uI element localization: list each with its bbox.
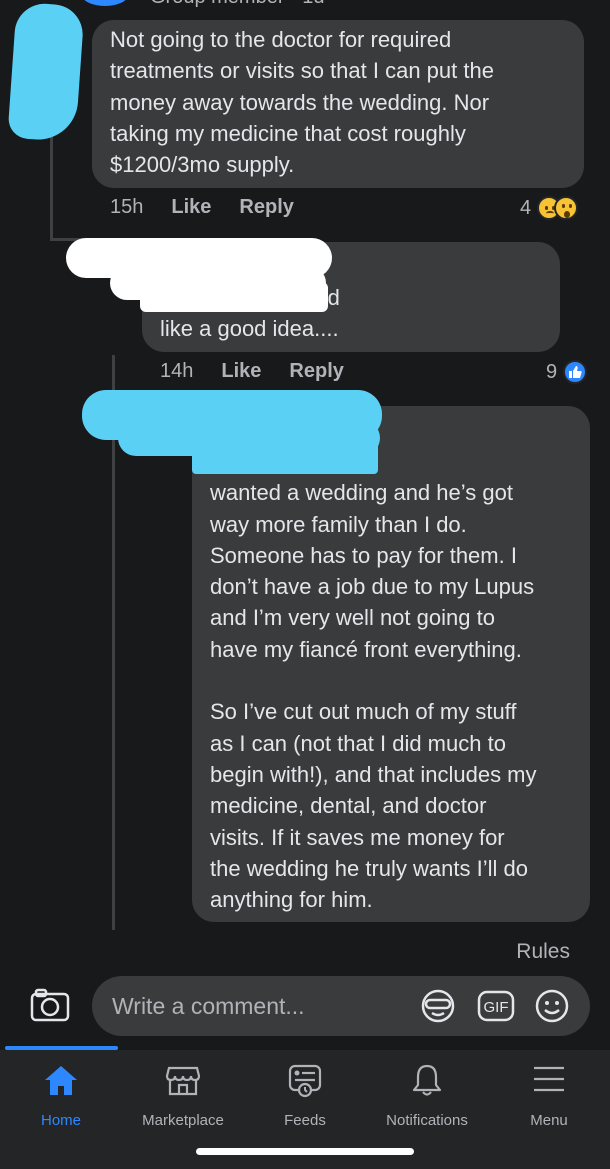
tab-label: Menu xyxy=(530,1112,568,1129)
reaction-count: 4 xyxy=(520,196,532,219)
home-indicator xyxy=(196,1148,414,1155)
comment-meta: 15h Like Reply xyxy=(110,196,294,219)
svg-text:GIF: GIF xyxy=(484,999,509,1016)
tab-menu[interactable]: Menu xyxy=(488,1050,610,1146)
tab-feeds[interactable]: Feeds xyxy=(244,1050,366,1146)
rules-link[interactable]: Rules xyxy=(516,940,570,964)
reply-button[interactable]: Reply xyxy=(289,360,343,383)
camera-icon[interactable] xyxy=(30,988,70,1022)
menu-icon xyxy=(534,1066,564,1092)
tab-label: Feeds xyxy=(284,1112,326,1129)
tab-marketplace[interactable]: Marketplace xyxy=(122,1050,244,1146)
marketplace-icon xyxy=(165,1066,201,1096)
bell-icon xyxy=(412,1064,442,1096)
reply-button[interactable]: Reply xyxy=(239,196,293,219)
tab-label: Marketplace xyxy=(142,1112,224,1129)
tab-label: Notifications xyxy=(386,1112,468,1129)
reply-meta: 14h Like Reply xyxy=(160,360,344,383)
home-icon xyxy=(45,1066,77,1095)
comment-text: Not going to the doctor for required tre… xyxy=(110,27,494,178)
gif-icon[interactable]: GIF xyxy=(476,988,515,1024)
reaction-summary[interactable]: 9 xyxy=(546,360,588,384)
tab-notifications[interactable]: Notifications xyxy=(366,1050,488,1146)
tab-home[interactable]: Home xyxy=(0,1050,122,1146)
like-reaction-icon xyxy=(563,360,588,384)
emoji-icon[interactable] xyxy=(534,988,570,1024)
redacted-name xyxy=(192,440,378,474)
reply-bubble: well my FH really wanted a wedding and h… xyxy=(192,406,590,922)
comment-time: 15h xyxy=(110,196,144,218)
avatar-sticker-icon[interactable] xyxy=(420,988,456,1024)
comment-placeholder: Write a comment... xyxy=(112,993,305,1019)
comment-composer: Write a comment... GIF xyxy=(0,970,610,1042)
thread-line xyxy=(112,355,115,930)
reply-time: 14h xyxy=(160,360,194,382)
comment-input[interactable]: Write a comment... GIF xyxy=(92,976,590,1036)
like-button[interactable]: Like xyxy=(171,196,211,219)
reaction-summary[interactable]: 4 xyxy=(520,196,579,220)
reaction-count: 9 xyxy=(546,360,558,383)
feeds-icon xyxy=(288,1064,322,1098)
comment-bubble: Not going to the doctor for required tre… xyxy=(92,20,584,188)
wow-reaction-icon xyxy=(554,196,579,220)
redacted-avatar xyxy=(7,1,85,143)
avatar xyxy=(82,0,128,6)
like-button[interactable]: Like xyxy=(221,360,261,383)
redacted-mention xyxy=(140,282,328,312)
tab-label: Home xyxy=(40,1112,81,1129)
truncated-header: Group member · 1d xyxy=(150,0,325,9)
reply-text: well my FH really wanted a wedding and h… xyxy=(210,449,537,913)
